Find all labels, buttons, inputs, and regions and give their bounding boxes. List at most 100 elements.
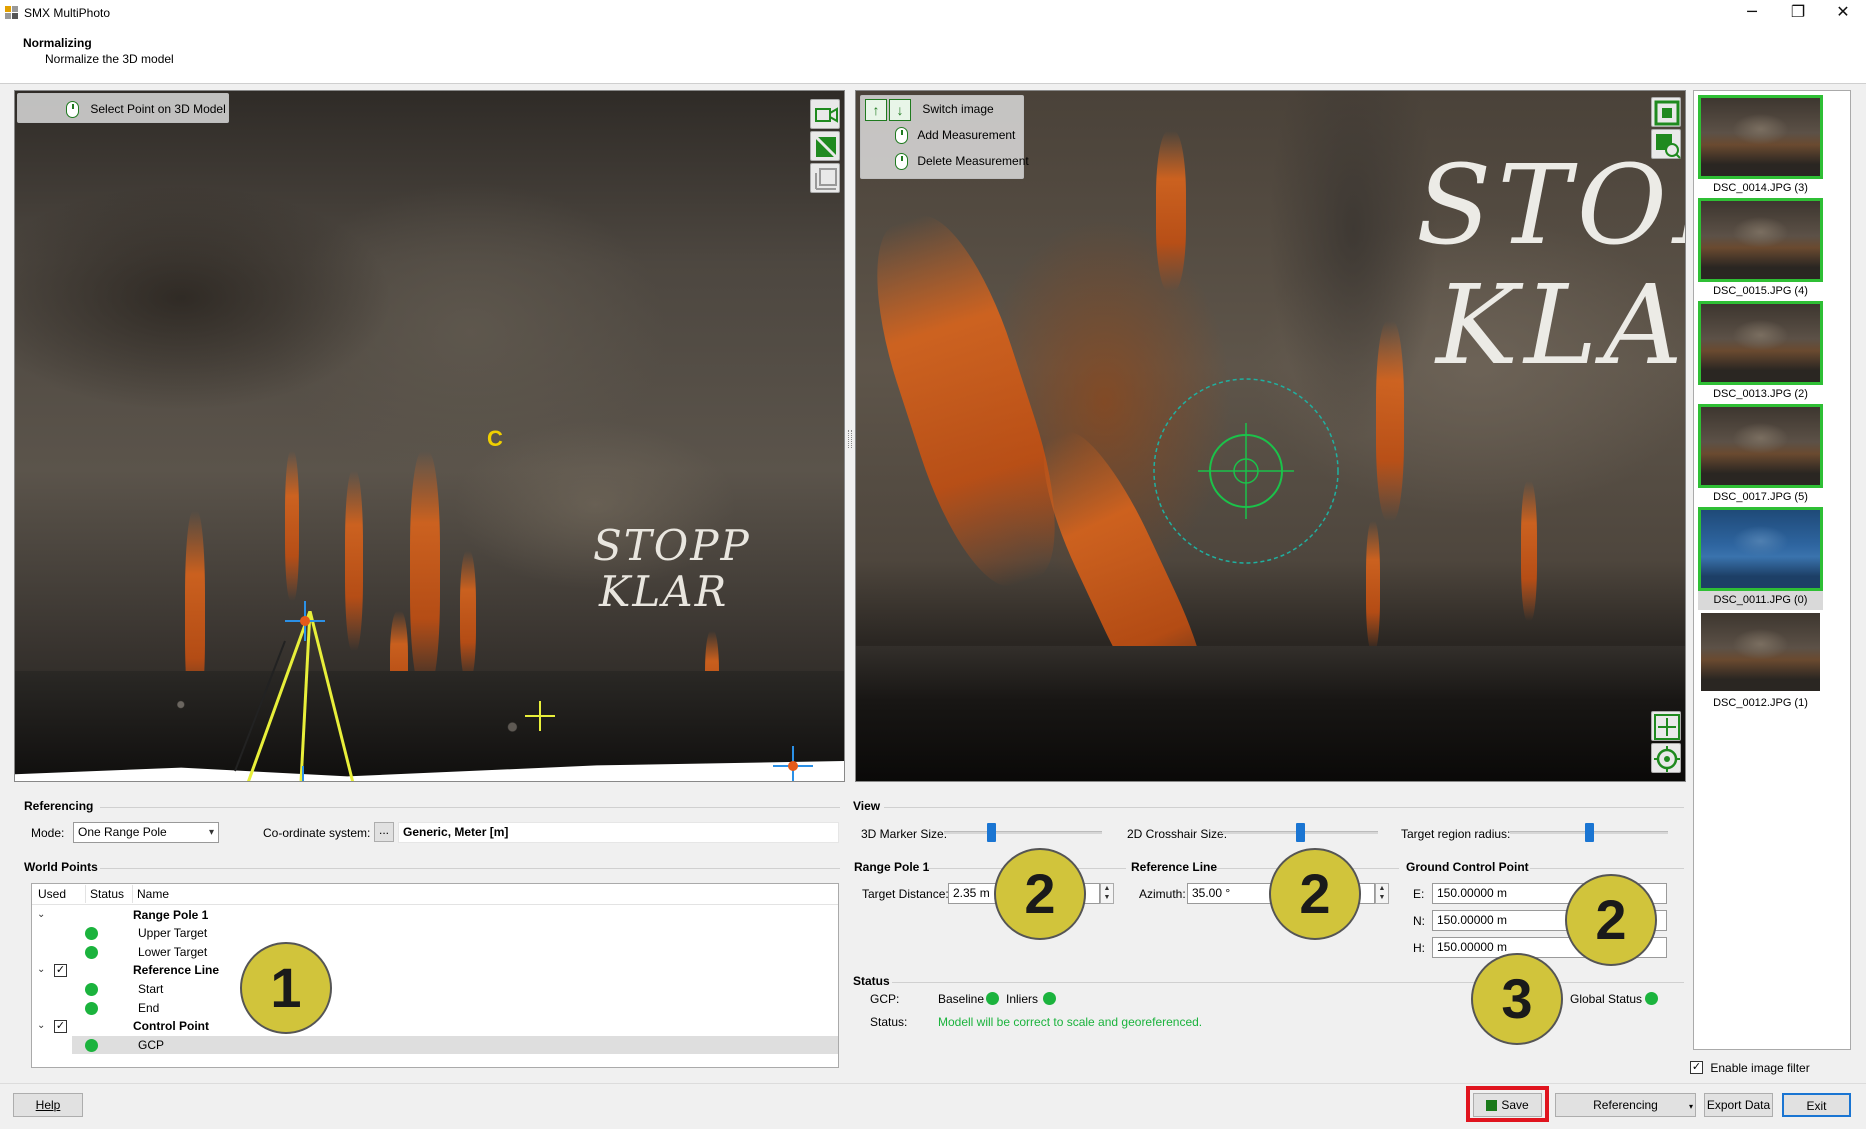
photo-2d-viewport[interactable]: STOP KLA ↑↓ Switch image Add Measurement… bbox=[855, 90, 1686, 782]
camera-icon[interactable] bbox=[810, 99, 840, 129]
thumbnail-image bbox=[1701, 613, 1820, 691]
callout-badge-2-reference-line: 2 bbox=[1269, 848, 1361, 940]
previous-image-button[interactable]: ↑ bbox=[865, 98, 887, 121]
rock-streak bbox=[460, 551, 476, 681]
divider bbox=[892, 982, 1684, 983]
mouse-click-icon bbox=[895, 127, 908, 145]
tree-row-upper-target[interactable]: Upper Target bbox=[32, 924, 838, 942]
footer-divider bbox=[0, 1083, 1866, 1084]
thumbnail-item[interactable]: DSC_0013.JPG (2) bbox=[1698, 301, 1846, 403]
zoom-region-icon[interactable] bbox=[1651, 129, 1681, 159]
chevron-down-icon[interactable]: ⌄ bbox=[37, 1017, 45, 1035]
exit-button[interactable]: Exit bbox=[1782, 1093, 1851, 1117]
column-header-used[interactable]: Used bbox=[38, 885, 66, 903]
thumbnail-item-selected[interactable]: DSC_0011.JPG (0) bbox=[1698, 507, 1823, 610]
status-message: Modell will be correct to scale and geor… bbox=[938, 1015, 1203, 1029]
thumbnail-item[interactable]: DSC_0015.JPG (4) bbox=[1698, 198, 1846, 300]
crop-icon[interactable] bbox=[810, 131, 840, 161]
status-ok-icon bbox=[85, 1039, 98, 1052]
image-filter-label: Enable image filter bbox=[1710, 1060, 1810, 1075]
close-button[interactable]: ✕ bbox=[1820, 0, 1866, 26]
restore-button[interactable]: ❐ bbox=[1775, 0, 1821, 26]
next-image-button[interactable]: ↓ bbox=[889, 98, 911, 121]
thumbnail-caption: DSC_0011.JPG (0) bbox=[1713, 594, 1808, 606]
referencing-section-title: Referencing bbox=[24, 799, 94, 813]
app-title: SMX MultiPhoto bbox=[24, 6, 111, 20]
center-target-icon[interactable] bbox=[1651, 743, 1681, 773]
target-distance-spinner[interactable]: ▲ ▼ bbox=[1100, 883, 1114, 904]
used-checkbox[interactable]: ✓ bbox=[54, 1020, 67, 1033]
view-section-title: View bbox=[853, 799, 881, 813]
tree-row-control-point[interactable]: ⌄ ✓ Control Point bbox=[32, 1017, 838, 1035]
used-checkbox[interactable]: ✓ bbox=[54, 964, 67, 977]
thumbnail-frame bbox=[1698, 404, 1823, 488]
model-3d-viewport[interactable]: STOPP KLAR C Select Point on 3D Model bbox=[14, 90, 845, 782]
splitter-handle[interactable] bbox=[848, 430, 852, 448]
azimuth-label: Azimuth: bbox=[1139, 887, 1186, 901]
delete-measurement-label: Delete Measurement bbox=[917, 154, 1029, 168]
tree-row-label: Upper Target bbox=[138, 926, 208, 940]
rock-streak bbox=[1156, 131, 1186, 291]
thumbnail-item[interactable]: DSC_0012.JPG (1) bbox=[1698, 610, 1846, 712]
crosshair-size-slider-thumb[interactable] bbox=[1296, 823, 1305, 842]
tree-row-range-pole[interactable]: ⌄ Range Pole 1 bbox=[32, 906, 838, 924]
chevron-down-icon: ▾ bbox=[1688, 1102, 1693, 1111]
rubble-floor bbox=[856, 646, 1685, 781]
chevron-down-icon[interactable]: ⌄ bbox=[37, 961, 45, 979]
world-points-tree[interactable]: Used Status Name ⌄ Range Pole 1 Upper Ta… bbox=[31, 883, 839, 1068]
wall-graffiti-line2: KLA bbox=[1436, 261, 1686, 389]
thumbnail-frame bbox=[1698, 198, 1823, 282]
marker-size-slider-thumb[interactable] bbox=[987, 823, 997, 842]
inliers-ok-icon bbox=[1043, 992, 1056, 1005]
export-data-button[interactable]: Export Data bbox=[1704, 1093, 1773, 1117]
coordinate-system-value: Generic, Meter [m] bbox=[398, 822, 839, 843]
thumbnail-caption: DSC_0012.JPG (1) bbox=[1713, 697, 1808, 709]
reference-line-marker[interactable] bbox=[525, 701, 555, 731]
rock-streak bbox=[1521, 481, 1537, 621]
tree-header: Used Status Name bbox=[32, 885, 838, 905]
chevron-down-icon: ▾ bbox=[208, 827, 214, 838]
tree-row-gcp[interactable]: GCP bbox=[72, 1036, 838, 1054]
image-thumbnail-list[interactable]: DSC_0014.JPG (3) DSC_0015.JPG (4) DSC_00… bbox=[1693, 90, 1851, 1050]
tree-row-start[interactable]: Start bbox=[32, 980, 838, 998]
frame-icon[interactable] bbox=[810, 163, 840, 193]
chevron-down-icon[interactable]: ⌄ bbox=[37, 906, 45, 924]
tree-row-end[interactable]: End bbox=[32, 999, 838, 1017]
gcp-marker[interactable] bbox=[773, 746, 813, 782]
callout-badge-2-gcp: 2 bbox=[1565, 874, 1657, 966]
minimize-button[interactable]: ─ bbox=[1729, 0, 1775, 26]
add-point-icon[interactable] bbox=[1651, 711, 1681, 741]
save-button[interactable]: Save bbox=[1473, 1093, 1542, 1117]
marker-size-slider-track[interactable] bbox=[944, 831, 1102, 834]
tree-row-label: GCP bbox=[138, 1038, 165, 1052]
tree-row-reference-line[interactable]: ⌄ ✓ Reference Line bbox=[32, 961, 838, 979]
tool-hint-overlay: Select Point on 3D Model bbox=[17, 93, 229, 123]
referencing-dropdown-button[interactable]: Referencing ▾ bbox=[1555, 1093, 1696, 1117]
thumbnail-caption: DSC_0014.JPG (3) bbox=[1713, 182, 1808, 194]
switch-image-label: Switch image bbox=[922, 102, 994, 116]
upper-target-marker[interactable] bbox=[285, 601, 325, 641]
gcp-status-label: GCP: bbox=[870, 992, 900, 1006]
thumbnail-frame bbox=[1698, 507, 1823, 591]
measurement-crosshair[interactable] bbox=[1146, 371, 1346, 571]
wall-graffiti-line1: STOPP bbox=[593, 521, 751, 570]
divider bbox=[1530, 868, 1684, 869]
gcp-section-title: Ground Control Point bbox=[1406, 860, 1529, 874]
thumbnail-caption: DSC_0015.JPG (4) bbox=[1713, 285, 1808, 297]
fit-to-view-icon[interactable] bbox=[1651, 97, 1681, 127]
help-button[interactable]: Help bbox=[13, 1093, 83, 1117]
column-header-status[interactable]: Status bbox=[85, 885, 124, 903]
image-filter-checkbox[interactable]: ✓ bbox=[1690, 1061, 1703, 1075]
thumbnail-item[interactable]: DSC_0014.JPG (3) bbox=[1698, 95, 1846, 197]
target-radius-slider-thumb[interactable] bbox=[1585, 823, 1594, 842]
baseline-ok-icon bbox=[986, 992, 999, 1005]
thumbnail-item[interactable]: DSC_0017.JPG (5) bbox=[1698, 404, 1846, 506]
mode-dropdown[interactable]: One Range Pole ▾ bbox=[73, 822, 219, 843]
tree-row-lower-target[interactable]: Lower Target bbox=[32, 943, 838, 961]
image-filter-option[interactable]: ✓ Enable image filter bbox=[1690, 1060, 1810, 1075]
coordinate-system-browse-button[interactable]: ... bbox=[374, 822, 394, 842]
lower-target-marker[interactable] bbox=[283, 766, 323, 782]
divider bbox=[100, 807, 840, 808]
column-header-name[interactable]: Name bbox=[132, 885, 169, 903]
azimuth-spinner[interactable]: ▲ ▼ bbox=[1375, 883, 1389, 904]
